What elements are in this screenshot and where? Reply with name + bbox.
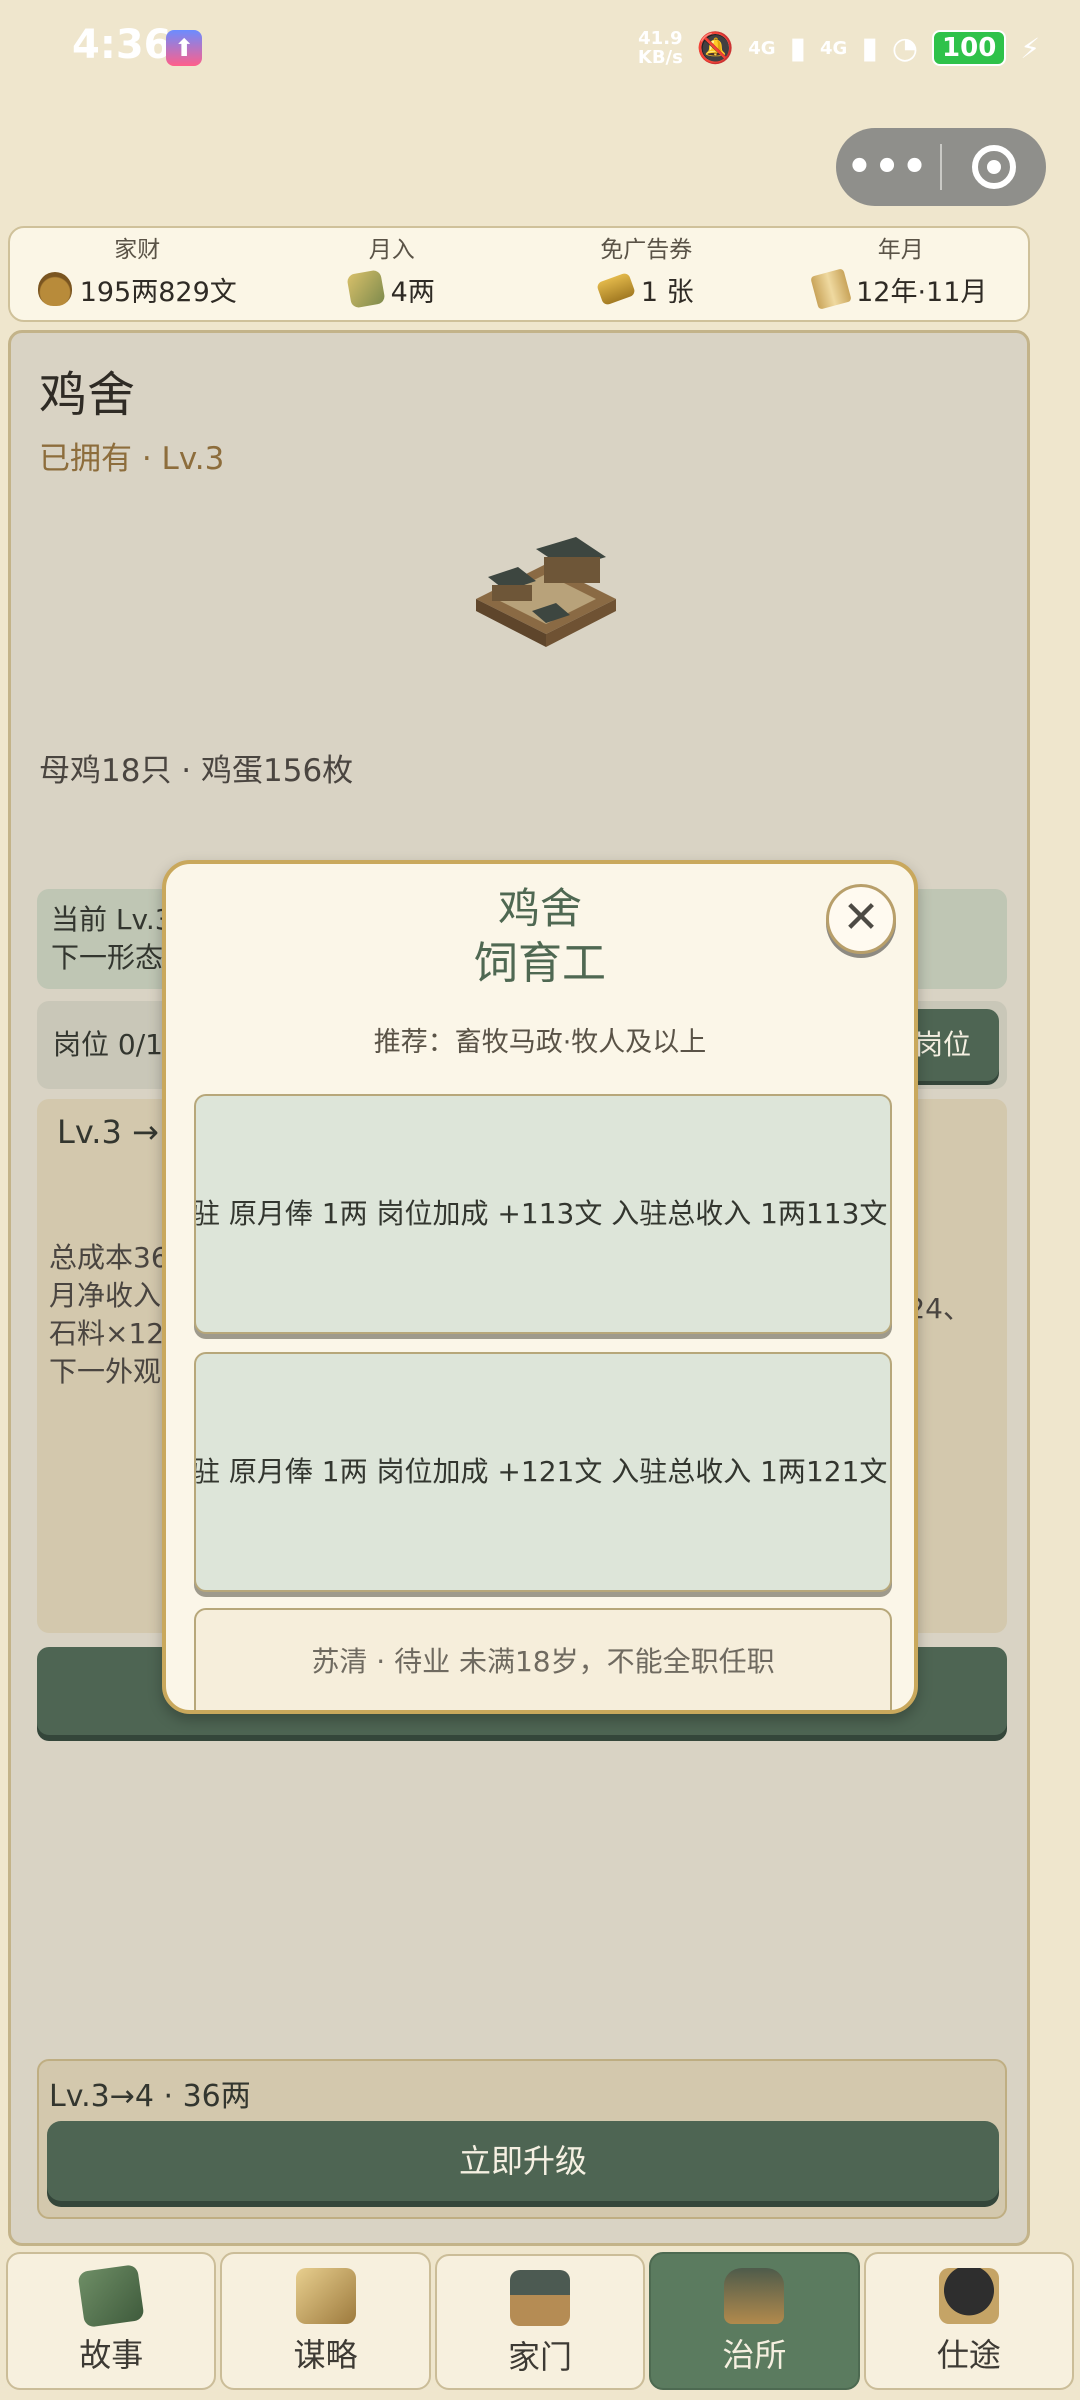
book-icon: [77, 2264, 145, 2328]
upgrade-summary-box: Lv.3→4 · 36两 立即升级: [37, 2059, 1007, 2219]
resource-ad-ticket[interactable]: 免广告券 1 张: [519, 228, 774, 320]
upgrade-cost-lines: 总成本36 月净收入 石料×12 下一外观: [49, 1239, 169, 1391]
money-bag-icon: [37, 272, 72, 306]
resource-bar: 家财 195两829文 月入 4两 免广告券 1 张 年月 12年·11月: [8, 226, 1030, 322]
battery-indicator: 100: [932, 30, 1007, 66]
candidate-card-disabled: 苏清 · 待业 未满18岁，不能全职任职: [194, 1608, 892, 1710]
net-speed: 41.9 KB/s: [638, 29, 683, 67]
monthly-value: 4两: [390, 276, 435, 308]
close-miniprogram-button[interactable]: [942, 145, 1046, 189]
post-count: 岗位 0/1: [53, 1028, 163, 1061]
net-speed-value: 41.9: [638, 28, 683, 49]
resource-value-row: 12年·11月: [774, 266, 1029, 312]
resource-monthly: 月入 4两: [265, 228, 520, 320]
charging-icon: ⚡: [1020, 31, 1040, 65]
building-status: 已拥有 · Lv.3: [39, 441, 225, 477]
tab-label: 仕途: [936, 2336, 1001, 2374]
upgrade-summary-text: Lv.3→4 · 36两: [49, 2079, 251, 2114]
upgrade-now-button[interactable]: 立即升级: [47, 2121, 999, 2201]
official-hat-icon: [938, 2268, 999, 2324]
house-icon: [510, 2270, 571, 2326]
tab-family[interactable]: 家门: [434, 2254, 646, 2390]
bottom-tab-bar: 故事 谋略 家门 治所 仕途: [6, 2252, 1075, 2390]
resource-date: 年月 12年·11月: [774, 228, 1029, 320]
upgrade-heading: Lv.3 →: [57, 1113, 159, 1151]
cost-total: 总成本36: [49, 1241, 169, 1274]
resource-label: 年月: [877, 237, 924, 263]
resource-wealth: 家财 195两829文: [10, 228, 265, 320]
candidate-text: 苏清 · 待业 未满18岁，不能全职任职: [311, 1645, 775, 1678]
cost-net-income: 月净收入: [49, 1279, 162, 1312]
chicken-coop-building-icon: [476, 537, 616, 647]
scroll-icon: [810, 268, 852, 310]
recommendation-text: 推荐：畜牧马政·牧人及以上: [373, 1027, 707, 1058]
net-speed-unit: KB/s: [637, 47, 683, 68]
mute-icon: 🔕: [696, 30, 735, 66]
pagoda-icon: [724, 2268, 785, 2324]
status-bar: 4:36 ⬆ 41.9 KB/s 🔕 4G ▮ 4G ▮ ◔ 100 ⚡: [0, 0, 1080, 100]
building-title: 鸡舍: [39, 367, 136, 423]
tab-career[interactable]: 仕途: [863, 2252, 1075, 2390]
status-indicators: 41.9 KB/s 🔕 4G ▮ 4G ▮ ◔ 100 ⚡: [638, 24, 1040, 72]
status-time: 4:36: [72, 22, 172, 68]
tab-story[interactable]: 故事: [6, 2252, 217, 2390]
coin-icon: [345, 269, 386, 309]
signal-4g-label-2: 4G: [820, 37, 848, 59]
miniprogram-capsule: •••: [836, 128, 1046, 206]
resource-value-row: 4两: [265, 266, 520, 312]
tab-label: 故事: [79, 2336, 144, 2374]
resource-label: 免广告券: [600, 237, 693, 263]
assign-worker-modal: 鸡舍 饲育工 ✕ 推荐：畜牧马政·牧人及以上 驻 原月俸 1两 岗位加成 +11…: [162, 860, 918, 1714]
map-icon: [295, 2268, 356, 2324]
candidate-text: 驻 原月俸 1两 岗位加成 +113文 入驻总收入 1两113文 家: [194, 1197, 892, 1230]
date-value: 12年·11月: [856, 276, 988, 308]
resource-label: 月入: [368, 237, 415, 263]
tab-governance[interactable]: 治所: [649, 2252, 860, 2390]
target-icon: [972, 145, 1016, 189]
tab-label: 谋略: [293, 2336, 358, 2374]
close-icon[interactable]: ✕: [826, 884, 896, 954]
modal-title: 鸡舍: [497, 884, 582, 933]
signal-4g-label-1: 4G: [748, 37, 776, 59]
ad-ticket-value: 1 张: [640, 276, 694, 308]
app-notification-icon: ⬆: [166, 30, 202, 66]
signal-icon-2: ▮: [861, 30, 878, 66]
building-description: 母鸡18只 · 鸡蛋156枚: [39, 753, 354, 789]
cost-next-look: 下一外观: [49, 1355, 162, 1388]
wifi-icon: ◔: [891, 30, 919, 66]
resource-value-row: 1 张: [519, 266, 774, 312]
resource-label: 家财: [114, 237, 161, 263]
cost-stone: 石料×12: [49, 1317, 165, 1350]
modal-subtitle: 饲育工: [474, 938, 606, 989]
tab-strategy[interactable]: 谋略: [220, 2252, 431, 2390]
tab-label: 家门: [508, 2338, 573, 2376]
candidate-card[interactable]: 驻 原月俸 1两 岗位加成 +113文 入驻总收入 1两113文 家: [194, 1094, 892, 1334]
resource-value-row: 195两829文: [10, 266, 265, 312]
tab-label: 治所: [722, 2336, 787, 2374]
ticket-icon: [595, 271, 636, 307]
more-menu-button[interactable]: •••: [836, 137, 940, 197]
candidate-card[interactable]: 驻 原月俸 1两 岗位加成 +121文 入驻总收入 1两121文 家: [194, 1352, 892, 1592]
wealth-value: 195两829文: [79, 276, 237, 308]
candidate-text: 驻 原月俸 1两 岗位加成 +121文 入驻总收入 1两121文 家: [194, 1455, 892, 1488]
signal-icon: ▮: [789, 30, 807, 66]
